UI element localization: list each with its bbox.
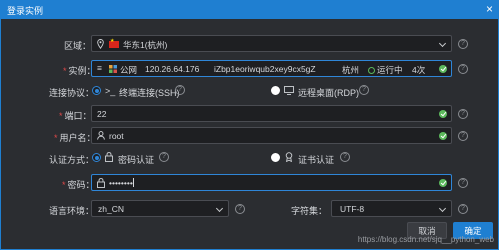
language-select[interactable]: zh_CN	[91, 200, 229, 217]
protocol-label: 连接协议：	[49, 88, 95, 98]
port-input[interactable]: 22	[91, 105, 452, 122]
terminal-icon: >_	[105, 86, 116, 96]
login-dialog: 区域： 华东1(杭州) ? *实例： ≡ 公网 120.26.64.176 iZ…	[0, 19, 499, 250]
cloud-server-icon	[109, 65, 117, 73]
auth-password-label: 密码认证	[118, 155, 155, 165]
monitor-icon	[284, 86, 294, 95]
close-icon[interactable]: ×	[486, 2, 493, 16]
status-badge: 运行中	[368, 64, 403, 76]
chevron-down-icon	[438, 39, 447, 48]
dialog-title: 登录实例	[7, 6, 44, 16]
help-icon[interactable]: ?	[175, 85, 185, 95]
check-icon	[439, 179, 447, 187]
help-icon[interactable]: ?	[458, 64, 468, 74]
language-value: zh_CN	[98, 204, 124, 214]
instance-id: iZbp1eoriwqub2xey9cx5gZ	[214, 64, 316, 74]
username-value: root	[109, 131, 124, 141]
help-icon[interactable]: ?	[458, 178, 468, 188]
username-input[interactable]: root	[91, 127, 452, 144]
language-label: 语言环境：	[49, 206, 95, 216]
auth-cert-label: 证书认证	[298, 155, 335, 165]
chevron-down-icon	[215, 204, 224, 213]
help-icon[interactable]: ?	[235, 204, 245, 214]
instance-network: 公网	[120, 65, 138, 75]
help-icon[interactable]: ?	[359, 85, 369, 95]
check-icon	[439, 110, 447, 118]
user-icon	[97, 131, 105, 140]
password-input[interactable]: ••••••••	[91, 174, 452, 191]
check-icon	[439, 65, 447, 73]
watermark-text: https://blog.csdn.net/sjq__python_web	[357, 235, 494, 244]
help-icon[interactable]: ?	[340, 152, 350, 162]
instance-select[interactable]: ≡ 公网 120.26.64.176 iZbp1eoriwqub2xey9cx5…	[91, 60, 452, 77]
certificate-icon	[285, 152, 293, 162]
running-icon	[368, 67, 375, 74]
radio-rdp[interactable]	[271, 86, 280, 95]
region-select[interactable]: 华东1(杭州)	[91, 35, 452, 52]
auth-label: 认证方式：	[49, 155, 95, 165]
help-icon[interactable]: ?	[458, 39, 468, 49]
check-icon	[439, 132, 447, 140]
title-bar: 登录实例 ×	[0, 0, 499, 19]
region-value: 华东1(杭州)	[123, 40, 168, 50]
location-pin-icon	[97, 39, 104, 49]
help-icon[interactable]: ?	[458, 109, 468, 119]
help-icon[interactable]: ?	[458, 131, 468, 141]
radio-password-auth[interactable]	[92, 153, 101, 162]
radio-cert-auth[interactable]	[271, 153, 280, 162]
protocol-ssh-label: 终端连接(SSH)	[119, 88, 180, 98]
port-value: 22	[97, 109, 107, 119]
help-icon[interactable]: ?	[458, 204, 468, 214]
text-cursor	[132, 178, 134, 187]
charset-select[interactable]: UTF-8	[331, 200, 452, 217]
charset-label: 字符集：	[291, 206, 328, 216]
chevron-down-icon	[438, 204, 447, 213]
username-label: * 用户名：	[54, 133, 96, 143]
password-value: ••••••••	[109, 178, 134, 188]
instance-city: 杭州	[342, 65, 360, 75]
protocol-rdp-label: 远程桌面(RDP)	[298, 88, 359, 98]
instance-count: 4次	[412, 65, 426, 75]
help-icon[interactable]: ?	[159, 152, 169, 162]
port-label: * 端口：	[59, 111, 92, 121]
region-label: 区域：	[64, 41, 92, 51]
radio-ssh[interactable]	[92, 86, 101, 95]
list-icon: ≡	[97, 63, 102, 73]
instance-ip: 120.26.64.176	[145, 64, 200, 74]
china-flag-icon	[109, 38, 119, 48]
lock-icon	[105, 152, 113, 162]
lock-icon	[97, 178, 105, 188]
password-label: * 密码：	[62, 180, 95, 190]
charset-value: UTF-8	[340, 204, 365, 214]
